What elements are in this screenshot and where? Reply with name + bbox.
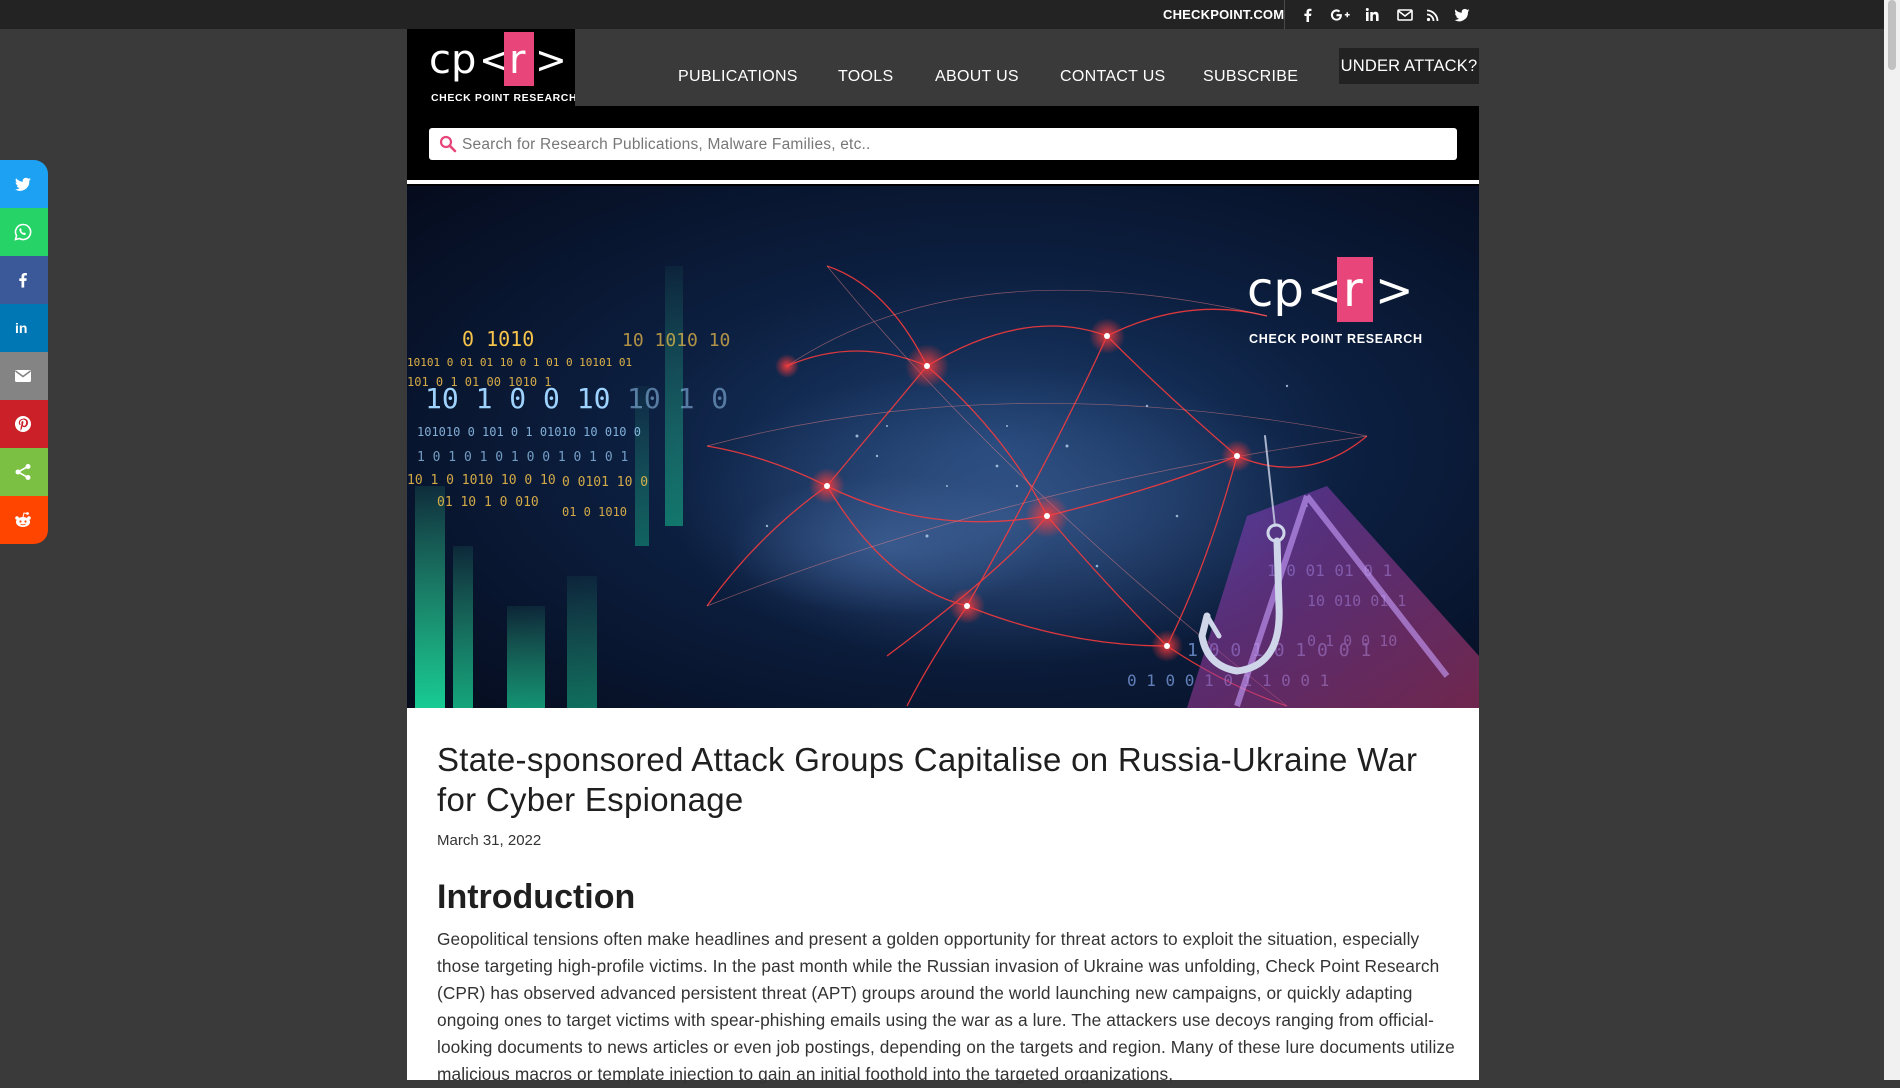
top-bar-divider: [1284, 0, 1285, 29]
linkedin-icon: in: [15, 320, 27, 336]
share-icon: [15, 464, 31, 480]
twitter-icon[interactable]: [1452, 5, 1472, 25]
svg-text:r: r: [509, 37, 526, 83]
article-date: March 31, 2022: [437, 832, 542, 849]
scrollbar-thumb[interactable]: [1888, 0, 1896, 70]
svg-text:cp: cp: [429, 37, 476, 83]
nav-tools[interactable]: TOOLS: [838, 68, 893, 86]
nav-subscribe[interactable]: SUBSCRIBE: [1203, 68, 1298, 86]
linkedin-icon[interactable]: [1362, 5, 1382, 25]
article-title: State-sponsored Attack Groups Capitalise…: [437, 741, 1418, 818]
svg-text:cp: cp: [1247, 262, 1304, 318]
svg-text:in: in: [15, 320, 27, 336]
svg-text:10 1010 10: 10 1010 10: [622, 330, 730, 351]
svg-text:0 0101 10 0: 0 0101 10 0: [562, 475, 648, 490]
share-twitter-button[interactable]: [0, 160, 48, 208]
search-placeholder[interactable]: Search for Research Publications, Malwar…: [462, 128, 871, 160]
article: State-sponsored Attack Groups Capitalise…: [407, 708, 1479, 1084]
svg-text:1 0 1 0 1 0 1 0 0 1 0 1 0 1: 1 0 1 0 1 0 1 0 0 1 0 1 0 1: [417, 450, 628, 465]
svg-text:10 1 0: 10 1 0: [627, 382, 728, 415]
share-linkedin-button[interactable]: in: [0, 304, 48, 352]
svg-text:0 1010: 0 1010: [462, 327, 534, 351]
share-generic-button[interactable]: [0, 448, 48, 496]
svg-text:CHECK POINT RESEARCH: CHECK POINT RESEARCH: [431, 92, 575, 104]
top-bar: CHECKPOINT.COM: [0, 0, 1884, 29]
share-facebook-button[interactable]: [0, 256, 48, 304]
reddit-icon: [15, 512, 31, 527]
whatsapp-icon: [14, 223, 32, 241]
svg-text:>: >: [535, 38, 567, 82]
share-bar: in: [0, 160, 48, 544]
pinterest-icon: [15, 416, 31, 432]
google-plus-icon[interactable]: [1329, 5, 1351, 25]
share-reddit-button[interactable]: [0, 496, 48, 544]
twitter-icon: [15, 177, 31, 191]
nav-about-us[interactable]: ABOUT US: [935, 68, 1019, 86]
svg-text:01 0 1010: 01 0 1010: [562, 505, 627, 519]
svg-text:101 0 1 01 00 1010 1: 101 0 1 01 00 1010 1: [407, 375, 552, 389]
search-icon: [439, 135, 457, 153]
svg-text:r: r: [1343, 262, 1363, 318]
svg-text:101010 0 101 0 1 01010 10 010: 101010 0 101 0 1 01010 10 010 0: [417, 425, 641, 439]
share-pinterest-button[interactable]: [0, 400, 48, 448]
site-logo[interactable]: cp < r > CHECK POINT RESEARCH: [407, 29, 577, 106]
svg-text:CHECK POINT RESEARCH: CHECK POINT RESEARCH: [1249, 332, 1423, 346]
hero-logo: cp < r > CHECK POINT RESEARCH: [1247, 257, 1423, 346]
email-icon: [15, 370, 31, 382]
mail-icon[interactable]: [1395, 5, 1415, 25]
svg-text:10 1 0 1010 10 0 10: 10 1 0 1010 10 0 10: [407, 473, 556, 488]
svg-text:>: >: [1375, 263, 1414, 317]
section-heading: Introduction: [437, 878, 636, 916]
svg-text:01 10 1 0 010: 01 10 1 0 010: [437, 495, 539, 510]
nav-contact-us[interactable]: CONTACT US: [1060, 68, 1166, 86]
search-input[interactable]: Search for Research Publications, Malwar…: [429, 128, 1457, 160]
facebook-icon: [19, 273, 27, 288]
article-paragraph: Geopolitical tensions often make headlin…: [437, 929, 1455, 1084]
page-scrollbar[interactable]: [1884, 0, 1900, 1080]
share-whatsapp-button[interactable]: [0, 208, 48, 256]
nav-publications[interactable]: PUBLICATIONS: [678, 68, 798, 86]
svg-text:10101 0 01 01 10 0 1 01 0 1010: 10101 0 01 01 10 0 1 01 0 10101 01: [407, 356, 632, 369]
rss-icon[interactable]: [1423, 5, 1443, 25]
hero-image: 0 1010 10 1010 10 10101 0 01 01 10 0 1 0…: [407, 186, 1479, 708]
under-attack-button[interactable]: UNDER ATTACK?: [1339, 48, 1479, 84]
facebook-icon[interactable]: [1298, 5, 1318, 25]
checkpoint-link[interactable]: CHECKPOINT.COM: [1163, 0, 1284, 29]
share-email-button[interactable]: [0, 352, 48, 400]
